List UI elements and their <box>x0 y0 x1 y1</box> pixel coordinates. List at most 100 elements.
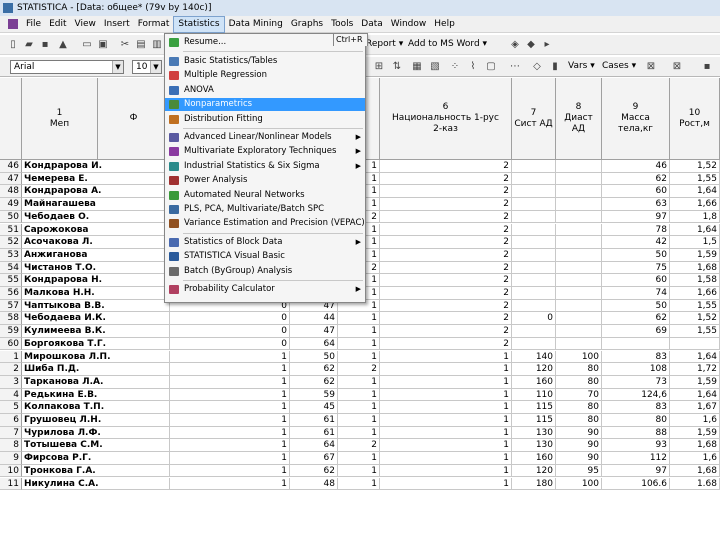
row-header[interactable]: 55 <box>0 274 22 287</box>
font-name-dropdown-icon[interactable]: ▼ <box>112 61 123 73</box>
table-cell[interactable]: 1 <box>380 464 512 478</box>
table-cell[interactable]: 2 <box>380 312 512 326</box>
copy-icon[interactable]: ▤ <box>134 38 148 51</box>
menu-data-mining[interactable]: Data Mining <box>225 17 287 32</box>
table-cell[interactable]: 80 <box>556 401 602 414</box>
table-cell[interactable]: Асочакова Л. <box>22 236 170 249</box>
table-cell[interactable]: 1 <box>380 363 512 376</box>
line-chart-icon[interactable]: ⌇ <box>466 60 480 73</box>
table-cell[interactable]: 1 <box>338 414 380 427</box>
table-cell[interactable]: 2 <box>380 198 512 211</box>
table-cell[interactable]: Чебодаев О. <box>22 210 170 224</box>
table-cell[interactable]: 62 <box>290 464 338 478</box>
table-cell[interactable]: 120 <box>512 363 556 376</box>
table-cell[interactable] <box>512 248 556 262</box>
menu-item-nonparametrics[interactable]: Nonparametrics <box>165 98 365 112</box>
table-cell[interactable]: Сарожокова <box>22 223 170 237</box>
col-header-6[interactable]: 6 Национальность 1-рус 2-каз <box>380 78 512 160</box>
table-cell[interactable]: 1,66 <box>670 198 720 211</box>
table-cell[interactable] <box>556 223 602 237</box>
table-cell[interactable]: 1 <box>338 464 380 478</box>
table-cell[interactable]: 130 <box>512 439 556 453</box>
table-cell[interactable]: Кулимеева В.К. <box>22 325 170 338</box>
table-cell[interactable] <box>512 299 556 313</box>
toolbar-more-icon[interactable]: ▸ <box>540 38 554 51</box>
table-cell[interactable]: 80 <box>556 363 602 376</box>
table-cell[interactable]: Чебодаева И.К. <box>22 312 170 326</box>
variables-specs-icon[interactable]: ⋯ <box>508 60 522 73</box>
menu-item-statistics-of-block-data[interactable]: Statistics of Block Data ▶ <box>165 236 365 249</box>
table-cell[interactable] <box>556 325 602 338</box>
menu-item-distribution-fitting[interactable]: Distribution Fitting <box>165 113 365 126</box>
table-cell[interactable]: 90 <box>556 426 602 440</box>
table-cell[interactable] <box>512 274 556 287</box>
table-cell[interactable]: 1 <box>170 477 290 490</box>
print-icon[interactable]: ▭ <box>80 38 94 51</box>
table-cell[interactable]: 48 <box>290 477 338 490</box>
table-cell[interactable]: 45 <box>290 401 338 414</box>
table-cell[interactable]: Тарканова Л.А. <box>22 375 170 389</box>
table-cell[interactable]: 160 <box>512 375 556 389</box>
table-cell[interactable]: 1 <box>338 350 380 364</box>
table-cell[interactable]: 124,6 <box>602 388 670 402</box>
table-cell[interactable]: 1,64 <box>670 388 720 402</box>
table-cell[interactable]: 106.6 <box>602 477 670 490</box>
table-cell[interactable]: 1 <box>338 477 380 490</box>
table-cell[interactable]: 1 <box>380 439 512 453</box>
menu-item-probability-calculator[interactable]: Probability Calculator ▶ <box>165 283 365 296</box>
table-cell[interactable] <box>556 198 602 211</box>
table-cell[interactable]: Майнагашева <box>22 198 170 211</box>
table-cell[interactable]: 1 <box>380 426 512 440</box>
table-cell[interactable]: 2 <box>380 160 512 173</box>
table-cell[interactable]: 1,68 <box>670 464 720 478</box>
menu-window[interactable]: Window <box>387 17 431 32</box>
table-cell[interactable]: 0 <box>170 325 290 338</box>
table-cell[interactable]: 0 <box>170 312 290 326</box>
menu-tools[interactable]: Tools <box>327 17 357 32</box>
row-header[interactable]: 1 <box>0 350 22 364</box>
table-cell[interactable]: 2 <box>380 274 512 287</box>
row-header[interactable]: 59 <box>0 325 22 338</box>
table-cell[interactable]: Грушовец Л.Н. <box>22 414 170 427</box>
table-cell[interactable] <box>556 172 602 186</box>
table-cell[interactable]: 160 <box>512 452 556 465</box>
menu-item-basic-statistics-tables[interactable]: Basic Statistics/Tables <box>165 55 365 68</box>
row-header[interactable]: 6 <box>0 414 22 427</box>
table-cell[interactable]: 62 <box>290 363 338 376</box>
table-cell[interactable]: 1,64 <box>670 185 720 199</box>
table-cell[interactable]: Анжиганова <box>22 248 170 262</box>
chart-icon[interactable]: ▦ <box>410 60 424 73</box>
table-cell[interactable]: 1,58 <box>670 274 720 287</box>
menu-item-pls-pca-multivariate-batch-spc[interactable]: PLS, PCA, Multivariate/Batch SPC <box>165 203 365 216</box>
table-cell[interactable]: Кондрарова Н. <box>22 274 170 287</box>
col-header-9[interactable]: 9 Масса тела,кг <box>602 78 670 160</box>
table-cell[interactable]: 1 <box>380 477 512 490</box>
menu-format[interactable]: Format <box>134 17 174 32</box>
table-cell[interactable]: 2 <box>380 210 512 224</box>
grid-options-icon[interactable]: ⊠ <box>644 60 658 73</box>
table-cell[interactable] <box>556 274 602 287</box>
system-menu-icon[interactable] <box>8 19 18 29</box>
toolbar-overflow-icon[interactable]: ▪ <box>700 60 714 73</box>
menu-item-variance-estimation-and-precision-vepac[interactable]: Variance Estimation and Precision (VEPAC… <box>165 217 365 230</box>
font-name-select[interactable]: Arial ▼ <box>10 60 124 74</box>
table-cell[interactable]: 61 <box>290 414 338 427</box>
table-cell[interactable]: 1 <box>380 414 512 427</box>
table-cell[interactable]: 46 <box>602 160 670 173</box>
table-cell[interactable]: Колпакова Т.П. <box>22 401 170 414</box>
vars-button[interactable]: Vars ▾ <box>568 61 595 71</box>
table-cell[interactable]: 1 <box>380 350 512 364</box>
table-cell[interactable]: Чаптыкова В.В. <box>22 299 170 313</box>
menu-help[interactable]: Help <box>430 17 459 32</box>
print-preview-icon[interactable]: ▣ <box>96 38 110 51</box>
table-cell[interactable]: 1,66 <box>670 287 720 300</box>
row-header[interactable]: 7 <box>0 426 22 440</box>
table-cell[interactable]: 50 <box>602 299 670 313</box>
table-cell[interactable]: Малкова Н.Н. <box>22 287 170 300</box>
col-header-8[interactable]: 8 Диаст АД <box>556 78 602 160</box>
table-cell[interactable]: 60 <box>602 185 670 199</box>
table-cell[interactable]: 2 <box>380 172 512 186</box>
table-cell[interactable] <box>512 172 556 186</box>
table-cell[interactable] <box>512 287 556 300</box>
menu-data[interactable]: Data <box>357 17 387 32</box>
